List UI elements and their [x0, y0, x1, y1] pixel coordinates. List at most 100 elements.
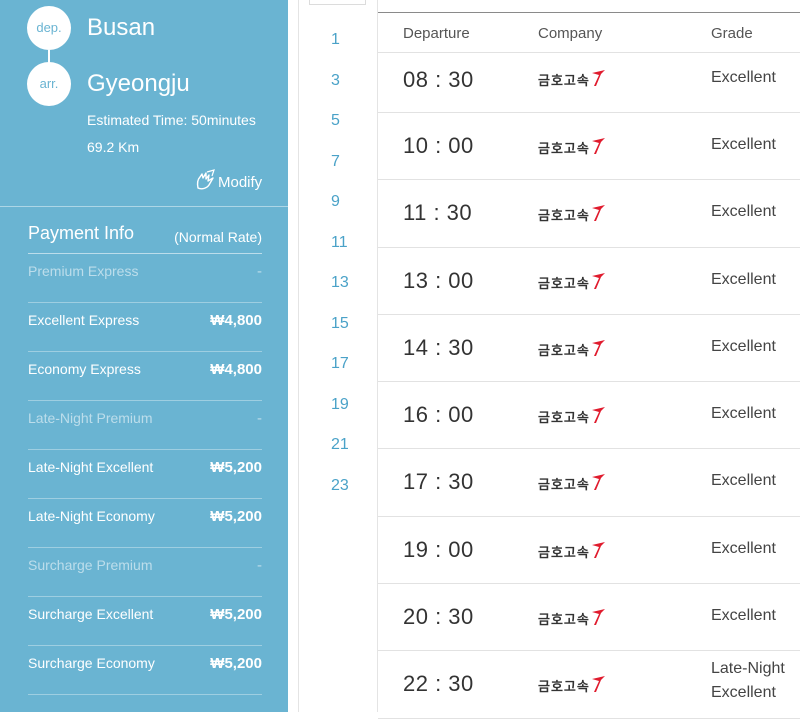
fare-row: Economy Express ₩4,800	[28, 352, 262, 401]
hour-column-header	[309, 0, 366, 5]
estimated-time: Estimated Time: 50minutes	[87, 112, 256, 128]
schedule-row[interactable]: 14 : 30 금호고속 Excellent	[378, 315, 800, 383]
route-panel: dep. Busan arr. Gyeongju Estimated Time:…	[0, 0, 288, 712]
kumho-logo-icon: 금호고속	[538, 272, 606, 292]
departure-badge: dep.	[27, 6, 71, 50]
kumho-logo-icon: 금호고속	[538, 675, 606, 695]
logo-swoosh	[591, 205, 605, 222]
hour-filter-21[interactable]: 21	[299, 433, 377, 474]
fare-price: ₩5,200	[210, 459, 262, 476]
departure-time: 22 : 30	[403, 671, 474, 697]
hour-list: 1 3 5 7 9 11 13 15 17 19 21 23	[299, 28, 377, 514]
departure-time: 16 : 00	[403, 402, 474, 428]
bus-grade: Excellent	[711, 539, 776, 557]
fare-price: -	[257, 263, 262, 280]
bus-grade: Late-Night Excellent	[711, 660, 785, 702]
company-name: 금호고속	[538, 679, 590, 695]
schedule-rows: 08 : 30 금호고속 Excellent 10 : 00 금호고속 Excellent…	[378, 53, 800, 719]
hour-filter-9[interactable]: 9	[299, 190, 377, 231]
arrival-badge: arr.	[27, 62, 71, 106]
fare-row: Late-Night Excellent ₩5,200	[28, 450, 262, 499]
logo-swoosh	[591, 609, 605, 626]
fare-price: -	[257, 557, 262, 574]
departure-time: 14 : 30	[403, 334, 474, 360]
hour-filter-13[interactable]: 13	[299, 271, 377, 312]
fare-row: Premium Express -	[28, 254, 262, 303]
hour-filter-11[interactable]: 11	[299, 231, 377, 272]
fare-name: Surcharge Excellent	[28, 606, 154, 622]
schedule-row[interactable]: 22 : 30 금호고속 Late-Night Excellent	[378, 651, 800, 719]
hour-filter-1[interactable]: 1	[299, 28, 377, 69]
schedule-table: Departure Company Grade 08 : 30 금호고속 Excel…	[378, 0, 800, 719]
kumho-logo-icon: 금호고속	[538, 137, 606, 157]
departure-time: 13 : 00	[403, 267, 474, 293]
fare-price: ₩5,200	[210, 606, 262, 623]
hour-filter-19[interactable]: 19	[299, 393, 377, 434]
logo-swoosh	[591, 541, 605, 558]
panel-divider	[0, 206, 288, 207]
bus-grade: Excellent	[711, 607, 776, 625]
fare-row: Late-Night Premium -	[28, 401, 262, 450]
hour-filter-23[interactable]: 23	[299, 474, 377, 515]
fare-price: ₩4,800	[210, 361, 262, 378]
payment-rate-note: (Normal Rate)	[174, 229, 262, 245]
hour-filter-3[interactable]: 3	[299, 69, 377, 110]
hour-filter-17[interactable]: 17	[299, 352, 377, 393]
fare-name: Surcharge Economy	[28, 655, 155, 671]
fare-name: Late-Night Premium	[28, 410, 153, 426]
hour-filter-7[interactable]: 7	[299, 150, 377, 191]
hand-pencil-icon	[194, 169, 218, 195]
route-distance: 69.2 Km	[87, 139, 140, 155]
fare-price: ₩4,800	[210, 312, 262, 329]
logo-swoosh	[591, 70, 605, 86]
kumho-logo-icon: 금호고속	[538, 608, 606, 628]
bus-grade: Excellent	[711, 69, 776, 86]
payment-title: Payment Info	[28, 223, 135, 243]
company-name: 금호고속	[538, 544, 590, 560]
hour-filter-5[interactable]: 5	[299, 109, 377, 150]
header-departure: Departure	[403, 25, 470, 42]
modify-label: Modify	[218, 173, 263, 191]
departure-time: 08 : 30	[403, 67, 474, 92]
logo-swoosh	[591, 474, 605, 491]
bus-grade: Excellent	[711, 405, 776, 423]
departure-time: 11 : 30	[403, 200, 473, 226]
company-name: 금호고속	[538, 141, 590, 156]
logo-swoosh	[591, 407, 605, 424]
kumho-logo-icon: 금호고속	[538, 69, 606, 89]
schedule-row[interactable]: 10 : 00 금호고속 Excellent	[378, 113, 800, 181]
fare-name: Late-Night Economy	[28, 508, 155, 524]
departure-time: 17 : 30	[403, 469, 474, 495]
company-name: 금호고속	[538, 410, 590, 426]
company-name: 금호고속	[538, 477, 590, 493]
schedule-row[interactable]: 19 : 00 금호고속 Excellent	[378, 517, 800, 585]
modify-button[interactable]: Modify	[194, 169, 263, 195]
schedule-row[interactable]: 11 : 30 금호고속 Excellent	[378, 180, 800, 248]
departure-time: 19 : 00	[403, 536, 474, 562]
bus-grade: Excellent	[711, 270, 776, 288]
bus-grade: Excellent	[711, 337, 776, 355]
logo-swoosh	[591, 138, 605, 154]
fare-name: Surcharge Premium	[28, 557, 153, 573]
departure-city: Busan	[87, 14, 156, 41]
company-name: 금호고속	[538, 342, 590, 358]
hour-filter-column: 1 3 5 7 9 11 13 15 17 19 21 23	[298, 0, 378, 712]
fare-row: Surcharge Excellent ₩5,200	[28, 597, 262, 646]
company-name: 금호고속	[538, 73, 590, 88]
schedule-row[interactable]: 13 : 00 금호고속 Excellent	[378, 248, 800, 315]
company-name: 금호고속	[538, 275, 590, 291]
header-company: Company	[538, 25, 603, 42]
schedule-row[interactable]: 08 : 30 금호고속 Excellent	[378, 53, 800, 113]
hour-filter-15[interactable]: 15	[299, 312, 377, 353]
schedule-row[interactable]: 16 : 00 금호고속 Excellent	[378, 382, 800, 450]
fare-price: -	[257, 410, 262, 427]
schedule-row[interactable]: 17 : 30 금호고속 Excellent	[378, 449, 800, 517]
bus-grade: Excellent	[711, 472, 776, 490]
fare-row: Late-Night Economy ₩5,200	[28, 499, 262, 548]
fare-row: Surcharge Economy ₩5,200	[28, 646, 262, 695]
kumho-logo-icon: 금호고속	[538, 473, 606, 493]
fare-price: ₩5,200	[210, 655, 262, 672]
schedule-row[interactable]: 20 : 30 금호고속 Excellent	[378, 584, 800, 652]
kumho-logo-icon: 금호고속	[538, 541, 606, 561]
header-grade: Grade	[711, 25, 753, 42]
